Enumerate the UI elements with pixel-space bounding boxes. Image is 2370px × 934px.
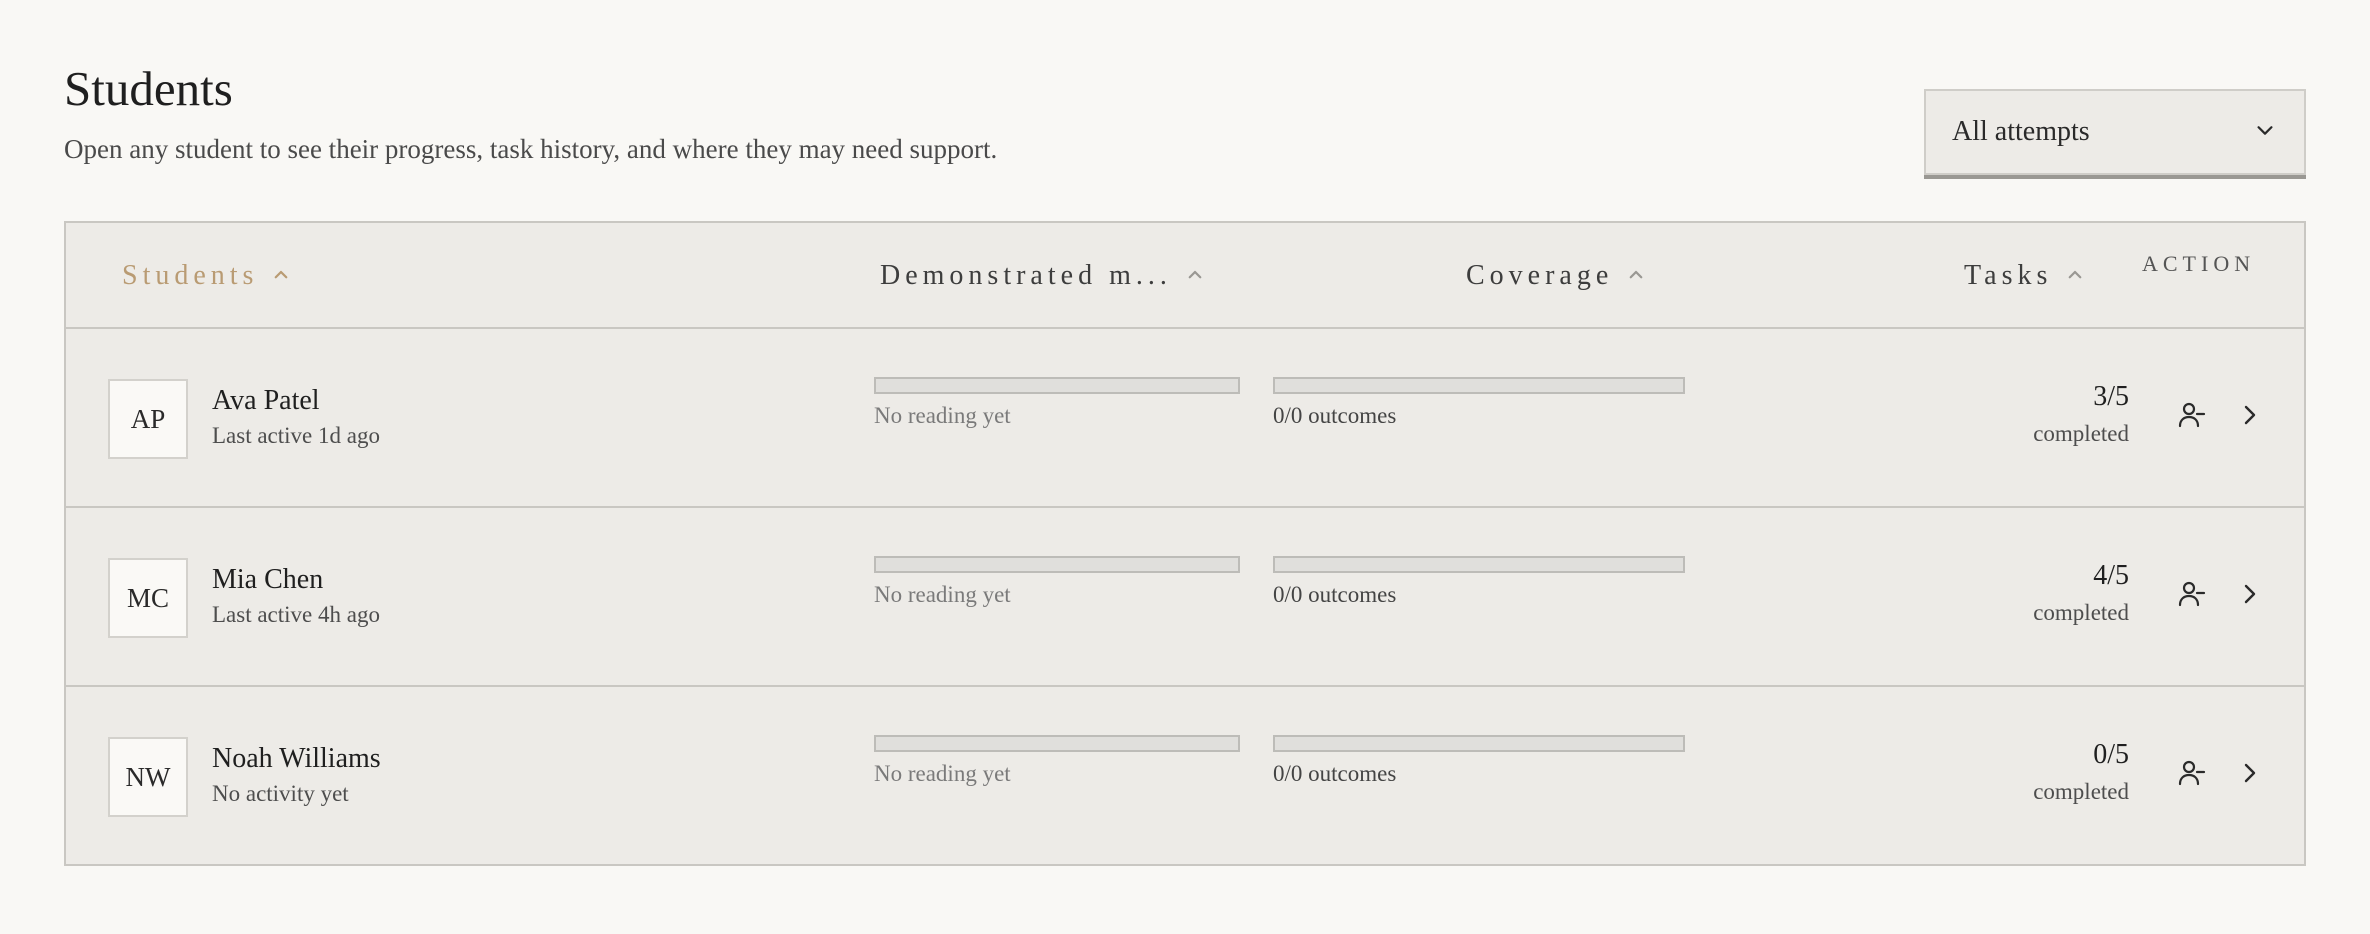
tasks-label: completed: [2033, 779, 2129, 804]
user-minus-icon: [2176, 399, 2208, 435]
tasks-count: 3/5: [2093, 381, 2129, 412]
column-header-tasks[interactable]: Tasks: [1964, 223, 2084, 329]
coverage-progress-bar: [1273, 377, 1685, 394]
remove-student-button[interactable]: [2172, 576, 2212, 616]
chevron-right-icon: [2234, 578, 2266, 614]
student-last-active: Last active 1d ago: [212, 423, 380, 448]
table-row[interactable]: AP Ava Patel Last active 1d ago No readi…: [66, 329, 2304, 508]
tasks-count: 0/5: [2093, 739, 2129, 770]
student-last-active: No activity yet: [212, 781, 349, 806]
coverage-note: 0/0 outcomes: [1273, 761, 1397, 786]
table-row[interactable]: NW Noah Williams No activity yet No read…: [66, 687, 2304, 866]
column-header-label: Coverage: [1466, 260, 1614, 291]
chevron-right-icon: [2234, 757, 2266, 793]
student-name: Noah Williams: [212, 743, 381, 774]
mastery-note: No reading yet: [874, 761, 1011, 786]
students-table: Students Demonstrated m... Coverage Task…: [64, 221, 2306, 866]
avatar: MC: [108, 558, 188, 638]
chevron-up-icon: [1172, 260, 1204, 292]
mastery-note: No reading yet: [874, 582, 1011, 607]
chevron-right-icon: [2234, 399, 2266, 435]
coverage-progress-bar: [1273, 556, 1685, 573]
table-row[interactable]: MC Mia Chen Last active 4h ago No readin…: [66, 508, 2304, 687]
chevron-down-icon: [2254, 119, 2276, 145]
user-minus-icon: [2176, 757, 2208, 793]
student-last-active: Last active 4h ago: [212, 602, 380, 627]
column-header-students[interactable]: Students: [122, 223, 290, 329]
avatar: AP: [108, 379, 188, 459]
open-student-button[interactable]: [2230, 755, 2270, 795]
student-name: Ava Patel: [212, 385, 320, 416]
mastery-progress-bar: [874, 377, 1240, 394]
page-title: Students: [64, 61, 233, 116]
remove-student-button[interactable]: [2172, 755, 2212, 795]
tasks-count: 4/5: [2093, 560, 2129, 591]
chevron-up-icon: [2052, 260, 2084, 292]
column-header-label: Demonstrated m...: [880, 260, 1172, 291]
filter-selected-value: All attempts: [1952, 116, 2090, 147]
open-student-button[interactable]: [2230, 397, 2270, 437]
column-header-label: Tasks: [1964, 260, 2053, 291]
tasks-label: completed: [2033, 421, 2129, 446]
chevron-up-icon: [1613, 260, 1645, 292]
mastery-progress-bar: [874, 735, 1240, 752]
remove-student-button[interactable]: [2172, 397, 2212, 437]
column-header-coverage[interactable]: Coverage: [1466, 223, 1645, 329]
coverage-progress-bar: [1273, 735, 1685, 752]
coverage-note: 0/0 outcomes: [1273, 403, 1397, 428]
mastery-progress-bar: [874, 556, 1240, 573]
avatar: NW: [108, 737, 188, 817]
mastery-note: No reading yet: [874, 403, 1011, 428]
attempts-filter-select[interactable]: All attempts: [1924, 89, 2306, 175]
column-header-action: ACTION: [2142, 251, 2256, 276]
column-header-label: Students: [122, 260, 259, 291]
user-minus-icon: [2176, 578, 2208, 614]
coverage-note: 0/0 outcomes: [1273, 582, 1397, 607]
page-subtitle: Open any student to see their progress, …: [64, 134, 998, 164]
tasks-label: completed: [2033, 600, 2129, 625]
column-header-demonstrated-mastery[interactable]: Demonstrated m...: [880, 223, 1204, 329]
chevron-up-icon: [258, 260, 290, 292]
student-name: Mia Chen: [212, 564, 324, 595]
table-header: Students Demonstrated m... Coverage Task…: [66, 223, 2304, 329]
open-student-button[interactable]: [2230, 576, 2270, 616]
